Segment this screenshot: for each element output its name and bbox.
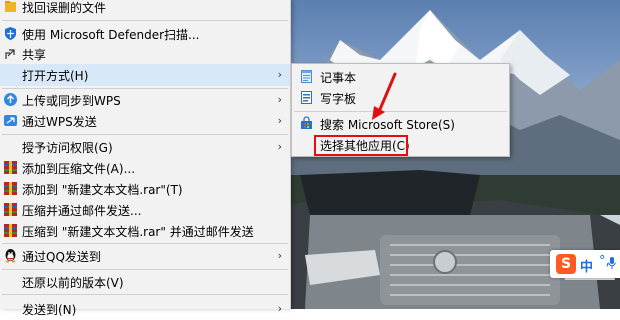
- menu-item-compress-email[interactable]: 压缩并通过邮件发送...: [0, 199, 290, 221]
- menu-item-label: 通过WPS发送: [22, 114, 97, 129]
- menu-item-label: 压缩到 "新建文本文档.rar" 并通过邮件发送: [22, 224, 254, 239]
- notepad-icon: [299, 69, 314, 84]
- highlight-box: [314, 135, 408, 156]
- menu-item-compress-rar-email[interactable]: 压缩到 "新建文本文档.rar" 并通过邮件发送: [0, 220, 290, 242]
- menu-item-send-wps[interactable]: 通过WPS发送 ›: [0, 110, 290, 132]
- context-menu: 找回误删的文件 使用 Microsoft Defender扫描... 共享 打开…: [0, 0, 291, 317]
- wps-cloud-icon: [3, 92, 18, 107]
- menu-separator: [2, 243, 288, 244]
- submenu-arrow-icon: ›: [277, 249, 282, 262]
- winrar-icon: [3, 202, 18, 217]
- microphone-icon[interactable]: [608, 257, 616, 269]
- submenu-item-label: 记事本: [320, 70, 357, 85]
- menu-item-label: 还原以前的版本(V): [22, 275, 124, 290]
- ime-toolbar: S 中 °,: [550, 250, 620, 278]
- menu-item-grant-access[interactable]: 授予访问权限(G) ›: [0, 136, 290, 158]
- store-icon: [299, 116, 314, 131]
- menu-item-label: 添加到 "新建文本文档.rar"(T): [22, 182, 183, 197]
- ime-mode-toggle[interactable]: 中: [580, 256, 593, 275]
- menu-item-label: 找回误删的文件: [22, 0, 107, 15]
- winrar-icon: [3, 223, 18, 238]
- menu-separator: [2, 294, 288, 295]
- recover-file-icon: [3, 0, 18, 14]
- menu-item-label: 发送到(N): [22, 302, 77, 317]
- menu-item-defender-scan[interactable]: 使用 Microsoft Defender扫描...: [0, 23, 290, 45]
- menu-item-open-with[interactable]: 打开方式(H) ›: [0, 64, 290, 86]
- menu-item-label: 共享: [22, 47, 47, 62]
- menu-separator: [2, 134, 288, 135]
- menu-item-label: 添加到压缩文件(A)...: [22, 161, 136, 176]
- submenu-arrow-icon: ›: [277, 140, 282, 153]
- menu-item-label: 压缩并通过邮件发送...: [22, 203, 142, 218]
- menu-item-add-to-rar[interactable]: 添加到 "新建文本文档.rar"(T): [0, 178, 290, 200]
- menu-item-share[interactable]: 共享: [0, 43, 290, 65]
- submenu-arrow-icon: ›: [277, 114, 282, 127]
- submenu-arrow-icon: ›: [277, 68, 282, 81]
- sogou-logo-icon[interactable]: S: [556, 254, 576, 274]
- menu-item-restore-previous-versions[interactable]: 还原以前的版本(V): [0, 271, 290, 293]
- menu-item-upload-wps[interactable]: 上传或同步到WPS ›: [0, 89, 290, 111]
- menu-item-send-via-qq[interactable]: 通过QQ发送到 ›: [0, 245, 290, 267]
- qq-penguin-icon: [3, 248, 18, 263]
- menu-item-label: 授予访问权限(G): [22, 140, 113, 155]
- annotation-arrow-icon: [372, 72, 397, 120]
- wordpad-icon: [299, 90, 314, 105]
- menu-separator: [2, 20, 288, 21]
- winrar-icon: [3, 181, 18, 196]
- share-icon: [3, 46, 18, 61]
- menu-item-label: 使用 Microsoft Defender扫描...: [22, 27, 200, 42]
- menu-item-label: 上传或同步到WPS: [22, 93, 121, 108]
- menu-item-add-to-archive[interactable]: 添加到压缩文件(A)...: [0, 157, 290, 179]
- menu-item-recover-deleted-files[interactable]: 找回误删的文件: [0, 0, 290, 18]
- menu-item-send-to[interactable]: 发送到(N) ›: [0, 298, 290, 320]
- menu-item-label: 打开方式(H): [22, 68, 89, 83]
- menu-separator: [2, 269, 288, 270]
- submenu-arrow-icon: ›: [277, 93, 282, 106]
- defender-shield-icon: [3, 26, 18, 41]
- submenu-item-label: 写字板: [320, 91, 357, 106]
- menu-item-label: 通过QQ发送到: [22, 249, 101, 264]
- wps-send-icon: [3, 113, 18, 128]
- winrar-icon: [3, 160, 18, 175]
